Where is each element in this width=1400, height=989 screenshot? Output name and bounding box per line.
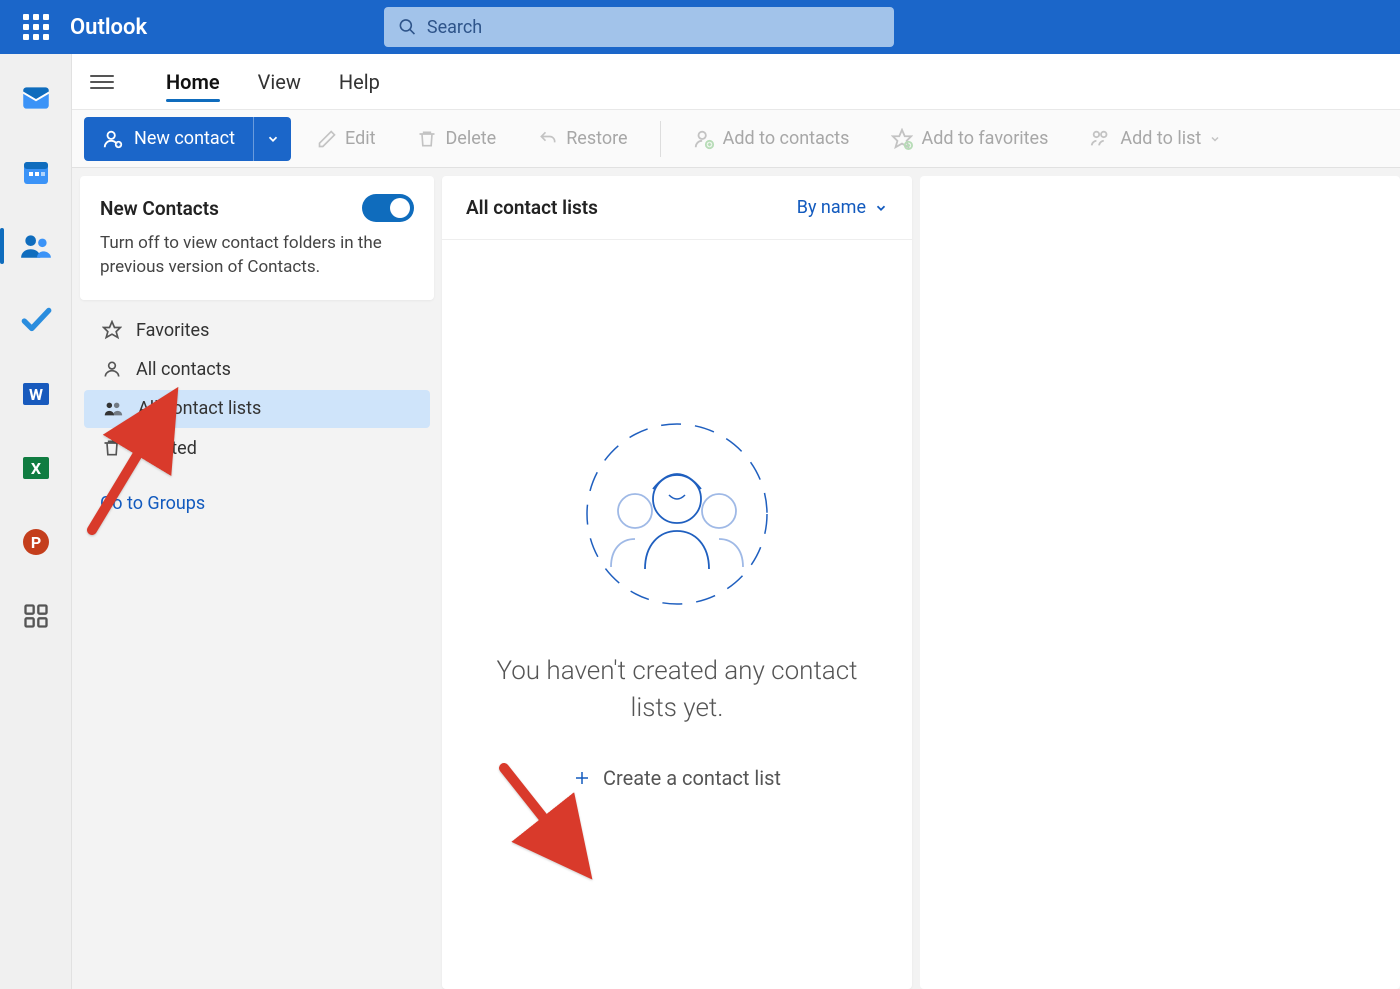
person-plus-icon [693,128,715,150]
person-icon [102,359,122,379]
new-contacts-description: Turn off to view contact folders in the … [100,232,414,280]
restore-button[interactable]: Restore [522,117,643,161]
nav-deleted[interactable]: Deleted [84,430,430,467]
tab-view[interactable]: View [254,58,305,106]
list-plus-icon [1090,128,1112,150]
search-box[interactable] [384,7,894,47]
calendar-icon [20,156,52,188]
add-to-contacts-button[interactable]: Add to contacts [677,117,866,161]
new-contacts-card: New Contacts Turn off to view contact fo… [80,176,434,300]
svg-text:P: P [30,533,40,552]
add-to-favorites-button[interactable]: Add to favorites [875,117,1064,161]
nav-all-contact-lists[interactable]: All contact lists [84,390,430,428]
new-contacts-toggle[interactable] [362,194,414,222]
rail-people[interactable] [14,224,58,268]
new-contact-dropdown[interactable] [253,117,291,161]
people-icon [19,229,53,263]
new-contact-label: New contact [134,128,235,149]
content-area: New Contacts Turn off to view contact fo… [72,168,1400,989]
sort-button[interactable]: By name [797,197,888,218]
empty-text: You haven't created any contact lists ye… [482,653,872,726]
new-contact-split-button: New contact [84,117,291,161]
trash-icon [417,129,437,149]
plus-icon [573,769,591,787]
new-contacts-title: New Contacts [100,197,219,220]
nav-toggle-button[interactable] [90,71,114,93]
app-launcher-button[interactable] [12,3,60,51]
rail-word[interactable]: W [14,372,58,416]
excel-icon: X [20,452,52,484]
empty-state: You haven't created any contact lists ye… [442,240,912,989]
rail-mail[interactable] [14,76,58,120]
rail-todo[interactable] [14,298,58,342]
delete-button[interactable]: Delete [401,117,512,161]
person-add-icon [102,128,124,150]
apps-grid-icon [22,602,50,630]
rail-powerpoint[interactable]: P [14,520,58,564]
ribbon-tabs: Home View Help [72,54,1400,110]
chevron-down-icon [874,201,888,215]
tab-help[interactable]: Help [335,58,384,106]
rail-calendar[interactable] [14,150,58,194]
empty-illustration [577,419,777,613]
mail-icon [19,81,53,115]
powerpoint-icon: P [20,526,52,558]
list-header: All contact lists By name [442,176,912,240]
toolbar-separator [660,121,661,157]
waffle-icon [23,14,49,40]
rail-more-apps[interactable] [14,594,58,638]
rail-excel[interactable]: X [14,446,58,490]
add-to-list-button[interactable]: Add to list [1074,117,1237,161]
svg-text:X: X [30,459,40,478]
nav-favorites[interactable]: Favorites [84,312,430,349]
reading-panel [920,176,1400,989]
edit-icon [317,129,337,149]
trash-icon [102,438,122,458]
search-input[interactable] [427,17,880,38]
search-icon [398,17,417,37]
folder-panel: New Contacts Turn off to view contact fo… [80,176,434,989]
app-rail: W X P [0,54,72,989]
create-contact-list-link[interactable]: Create a contact list [573,766,781,790]
folder-list: Favorites All contacts All contact lists… [80,300,434,479]
undo-icon [538,129,558,149]
go-to-groups-link[interactable]: Go to Groups [80,479,434,528]
app-title: Outlook [70,15,147,40]
list-panel: All contact lists By name [442,176,912,989]
edit-button[interactable]: Edit [301,117,391,161]
check-icon [19,303,53,337]
app-header: Outlook [0,0,1400,54]
toolbar: New contact Edit Delete Restore [72,110,1400,168]
word-icon: W [20,378,52,410]
svg-text:W: W [29,385,43,404]
new-contact-button[interactable]: New contact [84,117,253,161]
star-plus-icon [891,128,913,150]
tab-home[interactable]: Home [162,58,224,106]
nav-all-contacts[interactable]: All contacts [84,351,430,388]
chevron-down-icon [266,132,280,146]
list-title: All contact lists [466,196,598,219]
chevron-down-icon [1209,133,1221,145]
star-icon [102,320,122,340]
people-list-icon [102,398,124,420]
